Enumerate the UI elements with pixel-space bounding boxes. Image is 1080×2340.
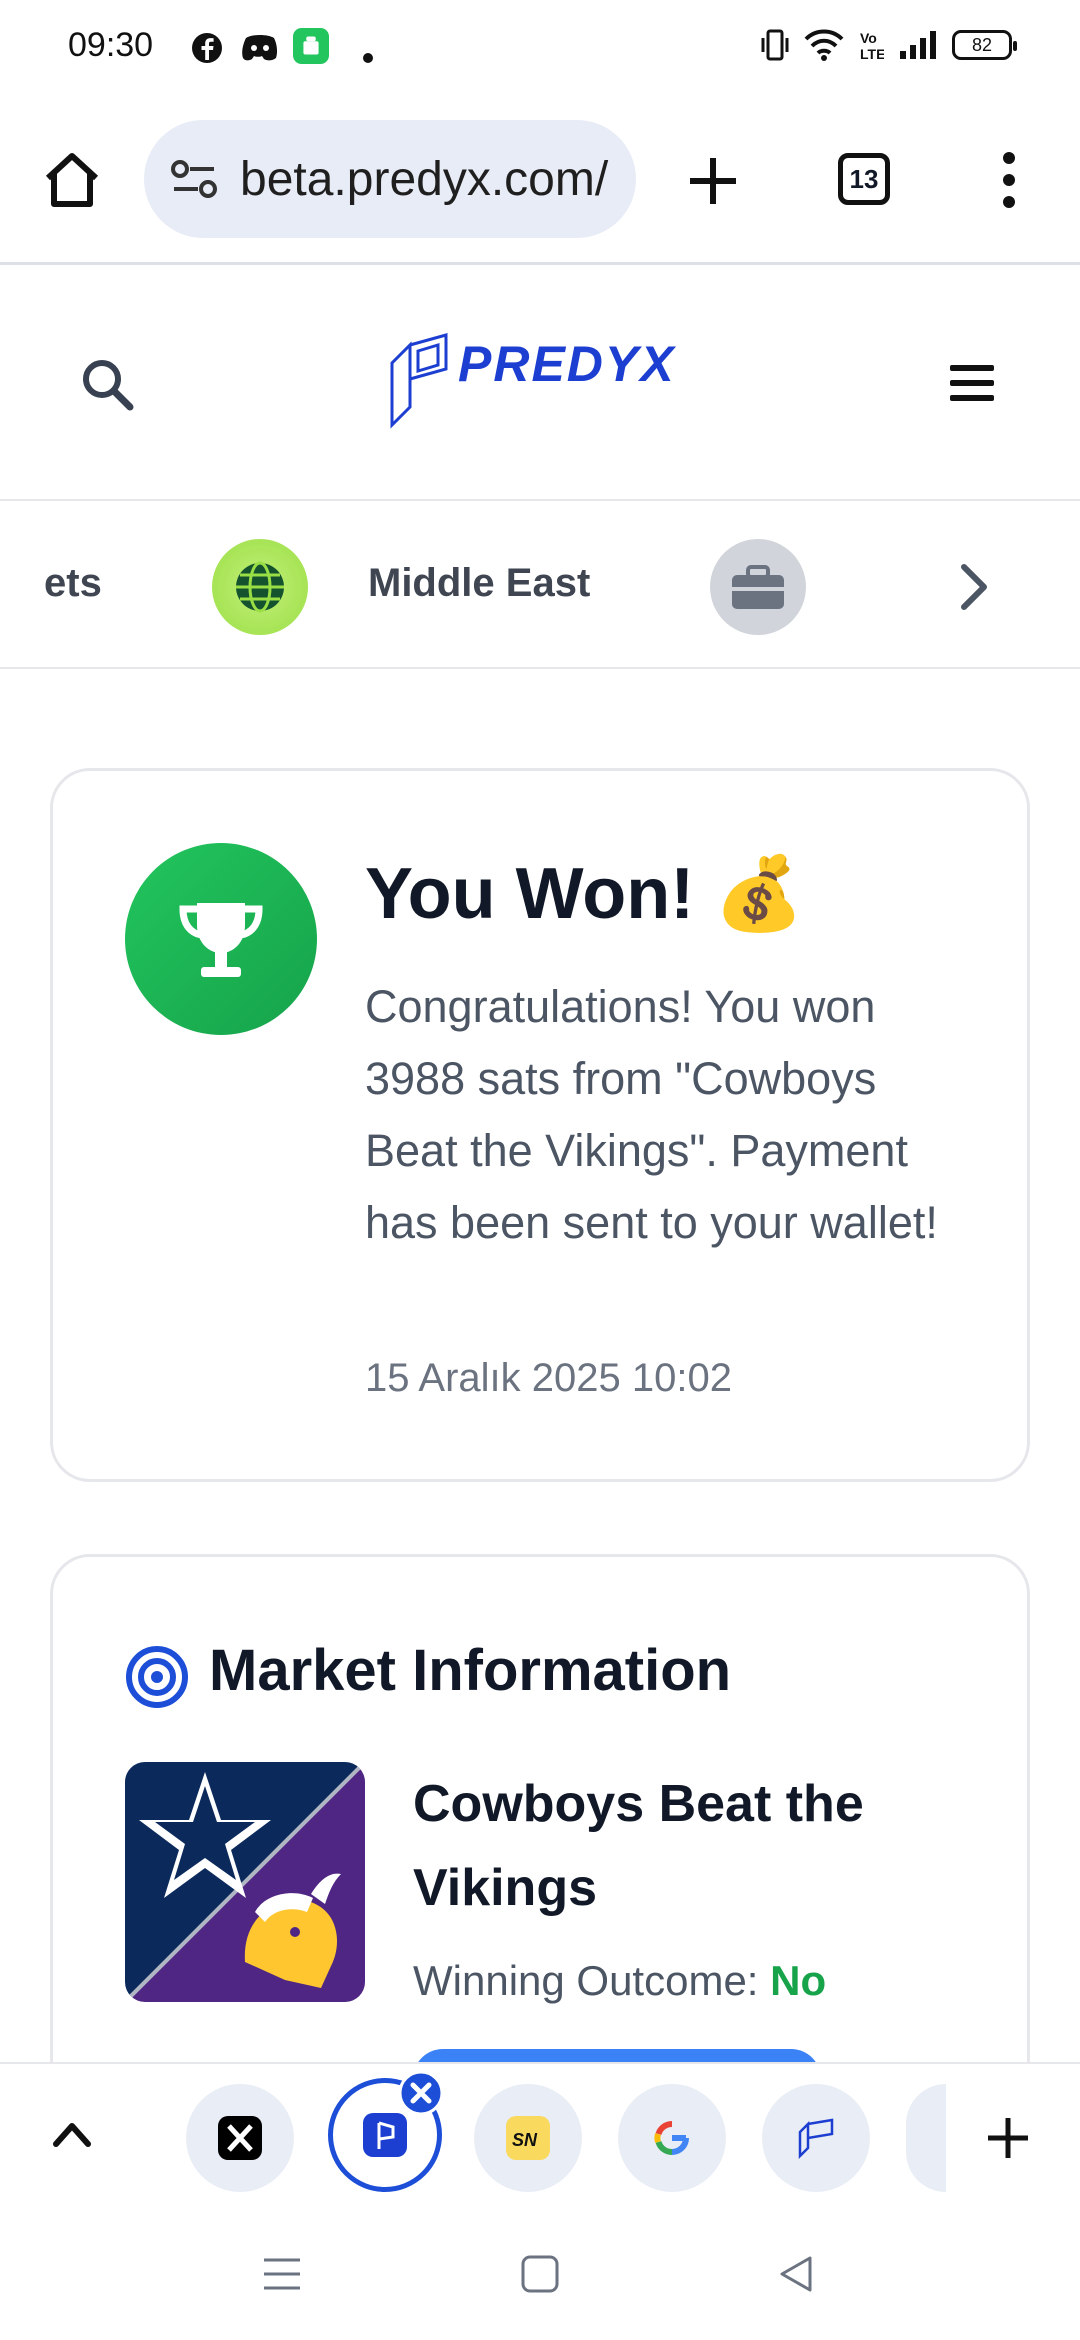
home-nav-icon[interactable]	[520, 2254, 560, 2294]
volte-icon: Vo LTE	[860, 30, 884, 62]
wifi-icon	[804, 29, 844, 61]
system-nav-bar	[0, 2212, 1080, 2340]
discord-icon	[242, 35, 278, 61]
tab-stacker-news[interactable]: SN	[474, 2084, 582, 2192]
close-tab-icon[interactable]	[398, 2070, 444, 2116]
market-image[interactable]	[125, 1762, 365, 2002]
status-time: 09:30	[68, 26, 154, 64]
tab-partial[interactable]	[906, 2084, 946, 2192]
site-header: PREDYX	[0, 265, 1080, 501]
more-menu-icon[interactable]	[994, 150, 1024, 210]
tab-google[interactable]	[618, 2084, 726, 2192]
category-item-middle-east[interactable]: Middle East	[368, 561, 590, 606]
svg-text:Vo: Vo	[860, 30, 877, 46]
predyx-logo-icon	[798, 2118, 834, 2160]
url-bar[interactable]: beta.predyx.com/	[144, 120, 636, 238]
site-logo[interactable]: PREDYX	[458, 335, 676, 393]
chevron-right-icon[interactable]	[958, 563, 990, 611]
chevron-up-icon[interactable]	[52, 2120, 92, 2148]
trophy-icon	[125, 843, 317, 1035]
google-icon	[654, 2120, 689, 2156]
briefcase-icon[interactable]	[710, 539, 806, 635]
browser-toolbar: beta.predyx.com/ 13	[0, 96, 1080, 264]
facebook-icon	[192, 33, 222, 63]
recent-apps-icon[interactable]	[262, 2256, 302, 2292]
dot-icon	[363, 53, 373, 63]
search-icon[interactable]	[80, 357, 136, 413]
market-name[interactable]: Cowboys Beat the Vikings	[413, 1762, 933, 1930]
win-timestamp: 15 Aralık 2025 10:02	[365, 1356, 732, 1400]
android-app-icon	[293, 28, 329, 64]
signal-icon	[900, 31, 936, 59]
x-logo-icon	[218, 2116, 262, 2160]
winning-outcome-label: Winning Outcome:	[413, 1957, 759, 2004]
new-tab-icon[interactable]	[686, 154, 740, 208]
target-icon	[126, 1646, 188, 1708]
win-message: Congratulations! You won 3988 sats from …	[365, 981, 938, 1248]
status-bar: 09:30 Vo LTE 82	[0, 0, 1080, 96]
tab-predyx[interactable]	[762, 2084, 870, 2192]
stacker-news-icon: SN	[506, 2116, 550, 2160]
market-info-title: Market Information	[209, 1638, 732, 1703]
market-info-card: Market Information Cowboys Beat the Viki…	[50, 1554, 1030, 2114]
win-notification-card: You Won! 💰 Congratulations! You won 3988…	[50, 768, 1030, 1482]
win-title: You Won! 💰	[365, 854, 804, 934]
vibrate-icon	[761, 29, 789, 61]
category-strip: ets Middle East	[0, 503, 1080, 669]
tab-x[interactable]	[186, 2084, 294, 2192]
category-item-partial[interactable]: ets	[44, 561, 102, 606]
back-icon[interactable]	[776, 2254, 816, 2294]
hamburger-menu-icon[interactable]	[950, 363, 994, 403]
logo-mark-icon	[390, 333, 448, 429]
tab-strip: SN	[0, 2062, 1080, 2212]
add-tab-icon[interactable]	[986, 2116, 1030, 2160]
svg-text:LTE: LTE	[860, 46, 884, 62]
tab-switcher-button[interactable]: 13	[838, 153, 890, 205]
site-settings-icon[interactable]	[170, 159, 218, 199]
winning-outcome-value: No	[770, 1957, 827, 2004]
svg-text:SN: SN	[512, 2130, 538, 2150]
battery-icon: 82	[952, 30, 1017, 60]
url-text: beta.predyx.com/	[240, 152, 609, 206]
predyx-tab-icon	[363, 2113, 407, 2157]
home-icon[interactable]	[40, 148, 104, 212]
winning-outcome: Winning Outcome: No	[413, 1957, 826, 2005]
globe-icon[interactable]	[212, 539, 308, 635]
